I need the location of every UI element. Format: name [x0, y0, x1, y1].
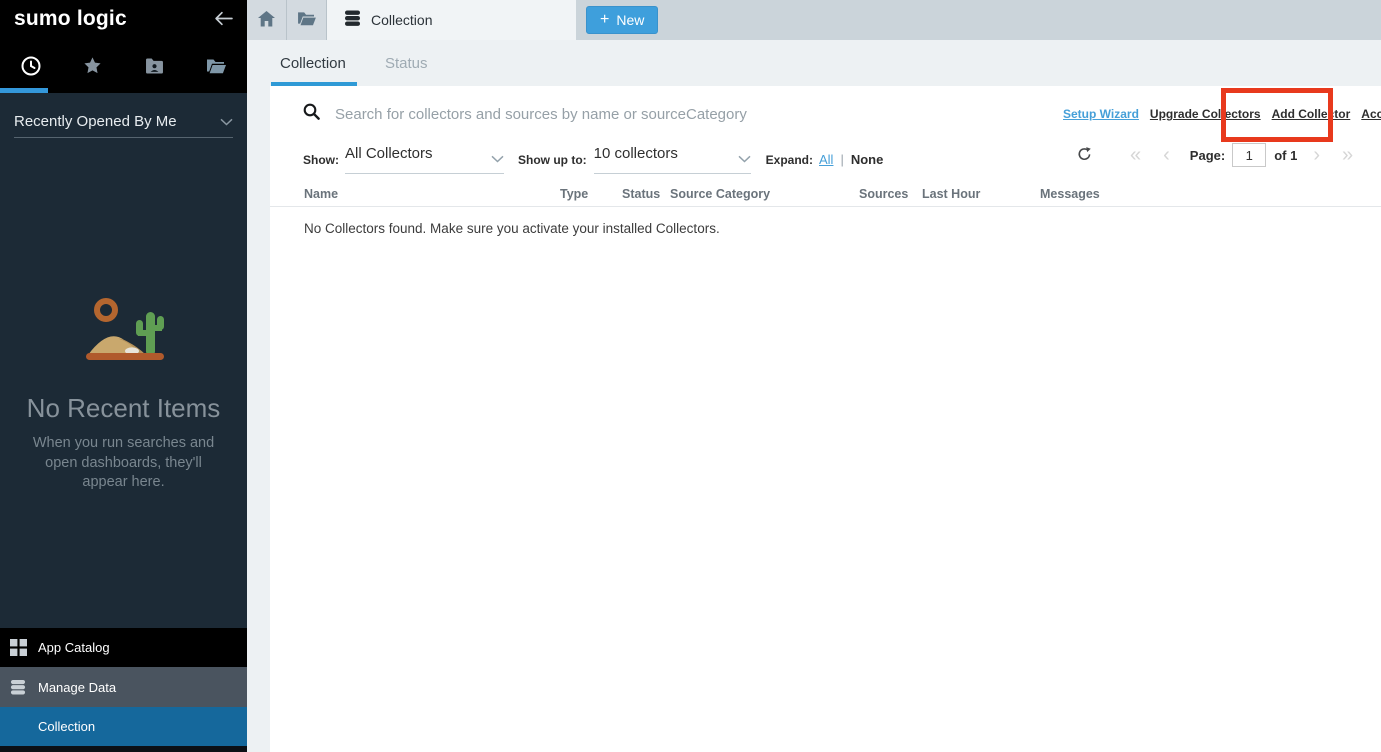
column-header-source-category[interactable]: Source Category — [670, 187, 770, 201]
arrow-left-icon — [214, 14, 233, 29]
sidebar-collapse-button[interactable] — [214, 11, 233, 29]
page-number-input[interactable] — [1232, 143, 1266, 167]
show-label: Show: — [303, 153, 339, 167]
chevron-down-icon — [738, 150, 751, 168]
new-button[interactable]: + New — [586, 6, 658, 34]
sidebar-item-label: App Catalog — [38, 640, 110, 655]
last-page-button[interactable]: » — [1342, 145, 1353, 165]
column-header-name[interactable]: Name — [304, 187, 338, 201]
open-folder-icon — [206, 58, 226, 77]
no-recent-items-title: No Recent Items — [0, 393, 247, 424]
sub-tab-bar: Collection Status — [247, 40, 1381, 86]
sidebar-tab-library[interactable] — [191, 50, 241, 84]
sidebar-item-label: Manage Data — [38, 680, 116, 695]
page-label: Page: — [1190, 148, 1225, 163]
page-total: of 1 — [1274, 148, 1297, 163]
sidebar-bottom-menu: App Catalog Manage Data Collection — [0, 628, 247, 752]
no-recent-items-message: When you run searches and open dashboard… — [22, 434, 225, 493]
next-page-button[interactable]: › — [1313, 145, 1320, 165]
home-button[interactable] — [247, 0, 287, 40]
home-icon — [258, 11, 275, 30]
setup-wizard-link[interactable]: Setup Wizard — [1063, 107, 1139, 121]
upgrade-collectors-link[interactable]: Upgrade Collectors — [1150, 107, 1261, 121]
grid-icon — [10, 639, 27, 656]
refresh-icon — [1077, 146, 1092, 165]
show-up-to-value: 10 collectors — [594, 145, 678, 162]
expand-divider: | — [840, 152, 843, 167]
first-page-button[interactable]: « — [1130, 145, 1141, 165]
show-up-to-select[interactable]: 10 collectors — [594, 145, 751, 174]
star-icon — [83, 56, 102, 78]
sidebar-tab-favorites[interactable] — [68, 50, 118, 84]
sidebar-item-manage-data[interactable]: Manage Data — [0, 667, 247, 707]
database-icon — [344, 10, 361, 30]
tab-label: Collection — [371, 12, 432, 28]
prev-page-button[interactable]: ‹ — [1163, 145, 1170, 165]
show-up-to-label: Show up to: — [518, 153, 587, 167]
expand-label: Expand: — [766, 153, 813, 167]
show-select[interactable]: All Collectors — [345, 145, 504, 174]
pagination-bar: « ‹ Page: of 1 › » — [1077, 141, 1353, 169]
column-header-type[interactable]: Type — [560, 187, 588, 201]
plus-icon: + — [600, 12, 609, 28]
sidebar: sumo logic — [0, 0, 247, 752]
sidebar-item-collection[interactable]: Collection — [0, 707, 247, 746]
search-bar — [303, 103, 995, 125]
add-collector-link[interactable]: Add Collector — [1272, 107, 1351, 121]
sidebar-tab-shared-content[interactable] — [129, 50, 179, 84]
column-header-last-hour[interactable]: Last Hour — [922, 187, 980, 201]
sidebar-active-tab-indicator — [0, 88, 48, 93]
search-input[interactable] — [335, 106, 995, 123]
main-area: Collection + New Collection Status Setup… — [247, 0, 1381, 752]
access-keys-link[interactable]: Access Keys — [1361, 107, 1381, 121]
expand-all-link[interactable]: All — [819, 152, 833, 167]
expand-none-link[interactable]: None — [851, 152, 884, 167]
sidebar-nav-tabs — [0, 50, 247, 84]
sidebar-header: sumo logic — [0, 0, 247, 93]
collectors-table-header: Name Type Status Source Category Sources… — [270, 184, 1381, 207]
column-header-status[interactable]: Status — [622, 187, 660, 201]
clock-icon — [20, 55, 42, 80]
sidebar-menu-divider — [0, 746, 247, 752]
sumo-logic-logo: sumo logic — [14, 7, 127, 31]
recents-filter-dropdown[interactable]: Recently Opened By Me — [14, 105, 233, 138]
subtab-status[interactable]: Status — [385, 55, 428, 72]
recents-empty-state: No Recent Items When you run searches an… — [0, 288, 247, 493]
sidebar-tab-recents[interactable] — [6, 50, 56, 84]
new-button-label: New — [616, 12, 644, 28]
column-header-sources[interactable]: Sources — [859, 187, 908, 201]
database-icon — [10, 679, 27, 696]
column-header-messages[interactable]: Messages — [1040, 187, 1100, 201]
recents-filter-label: Recently Opened By Me — [14, 113, 177, 130]
action-links: Setup Wizard Upgrade Collectors Add Coll… — [1063, 107, 1381, 121]
open-folder-icon — [297, 11, 316, 29]
show-select-value: All Collectors — [345, 145, 433, 162]
folder-person-icon — [145, 58, 164, 77]
tab-collection[interactable]: Collection — [327, 0, 576, 40]
no-collectors-message: No Collectors found. Make sure you activ… — [304, 221, 720, 236]
sidebar-item-app-catalog[interactable]: App Catalog — [0, 628, 247, 667]
top-tab-bar: Collection + New — [247, 0, 1381, 40]
filter-bar: Show: All Collectors Show up to: 10 coll… — [303, 145, 883, 174]
subtab-collection[interactable]: Collection — [280, 55, 346, 72]
chevron-down-icon — [491, 150, 504, 168]
desert-illustration — [58, 353, 190, 370]
refresh-button[interactable] — [1077, 146, 1092, 165]
collection-panel: Setup Wizard Upgrade Collectors Add Coll… — [270, 86, 1381, 752]
library-button[interactable] — [287, 0, 327, 40]
sidebar-item-label: Collection — [38, 719, 95, 734]
search-icon — [303, 103, 320, 125]
chevron-down-icon — [220, 113, 233, 130]
